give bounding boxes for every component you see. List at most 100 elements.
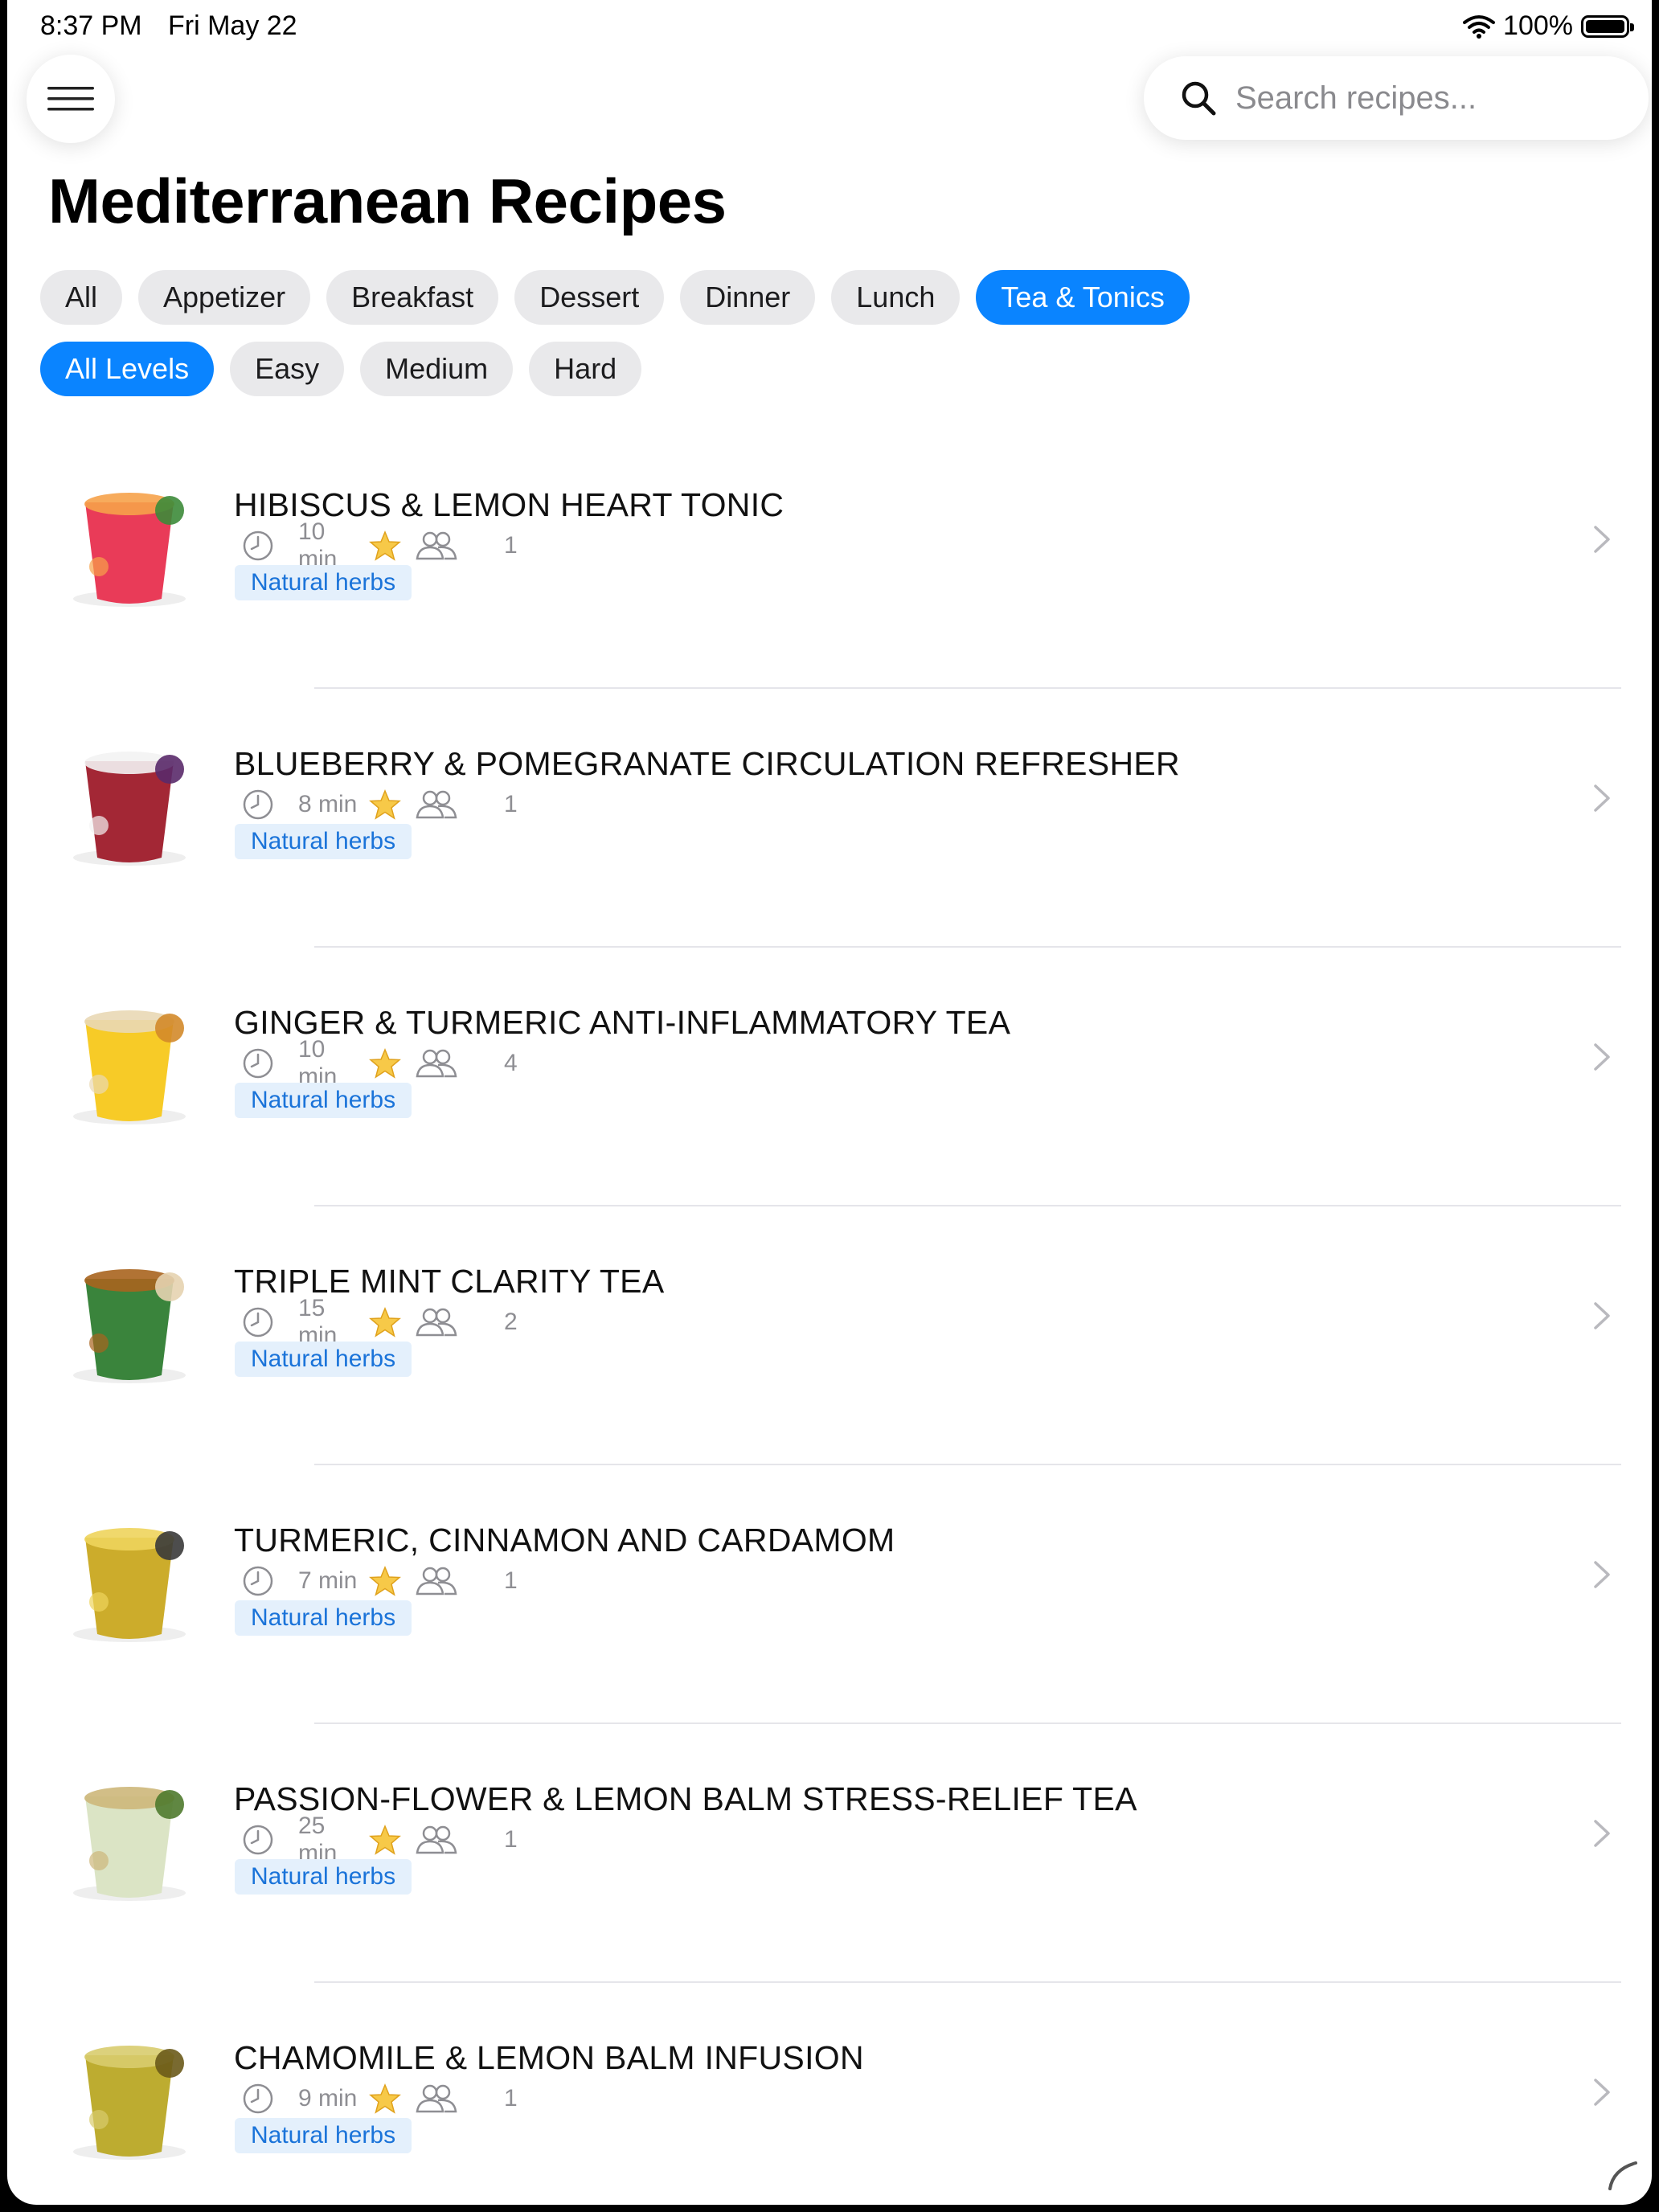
recipe-meta: 15 min 2 — [242, 1295, 518, 1349]
recipe-tag: Natural herbs — [235, 1859, 412, 1895]
hamburger-icon — [47, 87, 94, 111]
recipe-row[interactable]: TRIPLE MINT CLARITY TEA 15 min 2 Natural… — [7, 1206, 1652, 1465]
recipe-tag: Natural herbs — [235, 2118, 412, 2153]
recipe-title: PASSION-FLOWER & LEMON BALM STRESS-RELIE… — [234, 1780, 1137, 1817]
chevron-right-icon — [1594, 1820, 1610, 1847]
category-filter: All Appetizer Breakfast Dessert Dinner L… — [40, 270, 1190, 325]
recipe-thumbnail-hibiscus-tonic — [73, 493, 186, 607]
recipe-tag: Natural herbs — [235, 1600, 412, 1636]
chevron-right-icon — [1594, 1043, 1610, 1071]
people-icon — [416, 790, 457, 819]
recipe-servings: 1 — [504, 2085, 518, 2112]
clock-icon — [243, 1048, 273, 1079]
recipe-row[interactable]: TURMERIC, CINNAMON AND CARDAMOM 7 min 1 … — [7, 1465, 1652, 1724]
chevron-right-icon — [1594, 784, 1610, 812]
category-chip-breakfast[interactable]: Breakfast — [326, 270, 499, 325]
page-title: Mediterranean Recipes — [48, 166, 727, 236]
chevron-right-icon — [1594, 526, 1610, 553]
recipe-row[interactable]: BLUEBERRY & POMEGRANATE CIRCULATION REFR… — [7, 689, 1652, 948]
recipe-tag: Natural herbs — [235, 824, 412, 859]
recipe-meta: 10 min 1 — [242, 518, 518, 572]
status-right: 100% — [1463, 10, 1634, 42]
menu-button[interactable] — [27, 55, 115, 143]
recipe-list: HIBISCUS & LEMON HEART TONIC 10 min 1 Na… — [7, 430, 1652, 2205]
battery-percent: 100% — [1503, 10, 1573, 41]
chevron-right-icon — [1594, 1302, 1610, 1329]
recipe-thumbnail-ginger-turmeric-tea — [73, 1010, 186, 1124]
recipe-thumbnail-chamomile-infusion — [73, 2046, 186, 2160]
category-chip-dessert[interactable]: Dessert — [514, 270, 665, 325]
recipe-meta: 7 min 1 — [242, 1563, 518, 1599]
recipe-thumbnail-turmeric-latte — [73, 1528, 186, 1642]
clock-icon — [243, 789, 273, 820]
level-chip-all-levels[interactable]: All Levels — [40, 342, 215, 396]
recipe-title: BLUEBERRY & POMEGRANATE CIRCULATION REFR… — [234, 745, 1180, 782]
recipe-row[interactable]: GINGER & TURMERIC ANTI-INFLAMMATORY TEA … — [7, 948, 1652, 1206]
recipe-time: 9 min — [298, 2085, 358, 2112]
category-chip-dinner[interactable]: Dinner — [680, 270, 816, 325]
recipe-tag: Natural herbs — [235, 565, 412, 600]
search-icon — [1182, 81, 1216, 116]
recipe-tag: Natural herbs — [235, 1342, 412, 1377]
people-icon — [416, 1567, 457, 1596]
star-icon — [369, 530, 401, 561]
recipe-row[interactable]: PASSION-FLOWER & LEMON BALM STRESS-RELIE… — [7, 1724, 1652, 1983]
status-bar: 8:37 PM Fri May 22 100% — [7, 0, 1652, 51]
star-icon — [369, 1048, 401, 1079]
category-chip-appetizer[interactable]: Appetizer — [138, 270, 311, 325]
level-chip-hard[interactable]: Hard — [529, 342, 642, 396]
wifi-icon — [1463, 14, 1496, 39]
people-icon — [416, 1049, 457, 1078]
star-icon — [369, 1566, 401, 1596]
recipe-thumbnail-mint-tea — [73, 1269, 186, 1383]
battery-icon — [1581, 14, 1634, 38]
people-icon — [416, 1825, 457, 1854]
app-screen: 8:37 PM Fri May 22 100% Med — [7, 0, 1652, 2205]
recipe-meta: 25 min 1 — [242, 1813, 518, 1866]
recipe-meta: 8 min 1 — [242, 787, 518, 822]
category-chip-all[interactable]: All — [40, 270, 123, 325]
recipe-servings: 1 — [504, 532, 518, 559]
category-chip-tea-tonics[interactable]: Tea & Tonics — [976, 270, 1190, 325]
level-chip-easy[interactable]: Easy — [230, 342, 345, 396]
search-bar[interactable] — [1144, 56, 1649, 140]
recipe-thumbnail-berry-refresher — [73, 752, 186, 866]
people-icon — [416, 2084, 457, 2113]
status-time: 8:37 PM — [40, 10, 142, 41]
recipe-servings: 2 — [504, 1309, 518, 1335]
recipe-time: 7 min — [298, 1567, 358, 1594]
chevron-right-icon — [1594, 2079, 1610, 2106]
resize-handle-icon — [1608, 2161, 1637, 2190]
star-icon — [369, 789, 401, 820]
star-icon — [369, 1825, 401, 1855]
recipe-row[interactable]: CHAMOMILE & LEMON BALM INFUSION 9 min 1 … — [7, 1983, 1652, 2205]
recipe-time: 8 min — [298, 791, 358, 817]
recipe-servings: 1 — [504, 791, 518, 817]
recipe-row[interactable]: HIBISCUS & LEMON HEART TONIC 10 min 1 Na… — [7, 430, 1652, 689]
recipe-meta: 10 min 4 — [242, 1036, 518, 1090]
battery-level — [1586, 19, 1624, 33]
recipe-title: CHAMOMILE & LEMON BALM INFUSION — [234, 2039, 864, 2076]
category-chip-lunch[interactable]: Lunch — [831, 270, 961, 325]
clock-icon — [243, 1566, 273, 1596]
status-date: Fri May 22 — [168, 10, 297, 41]
recipe-servings: 1 — [504, 1826, 518, 1853]
search-input[interactable] — [1234, 79, 1623, 117]
clock-icon — [243, 530, 273, 561]
people-icon — [416, 1308, 457, 1337]
recipe-meta: 9 min 1 — [242, 2081, 518, 2116]
clock-icon — [243, 1307, 273, 1337]
star-icon — [369, 1307, 401, 1337]
recipe-thumbnail-passionflower-tea — [73, 1787, 186, 1901]
star-icon — [369, 2083, 401, 2114]
recipe-tag: Natural herbs — [235, 1083, 412, 1118]
recipe-servings: 4 — [504, 1050, 518, 1076]
clock-icon — [243, 1825, 273, 1855]
recipe-title: TURMERIC, CINNAMON AND CARDAMOM — [234, 1522, 895, 1559]
level-chip-medium[interactable]: Medium — [360, 342, 514, 396]
people-icon — [416, 531, 457, 560]
clock-icon — [243, 2083, 273, 2114]
chevron-right-icon — [1594, 1561, 1610, 1588]
recipe-servings: 1 — [504, 1567, 518, 1594]
level-filter: All Levels Easy Medium Hard — [40, 342, 642, 396]
